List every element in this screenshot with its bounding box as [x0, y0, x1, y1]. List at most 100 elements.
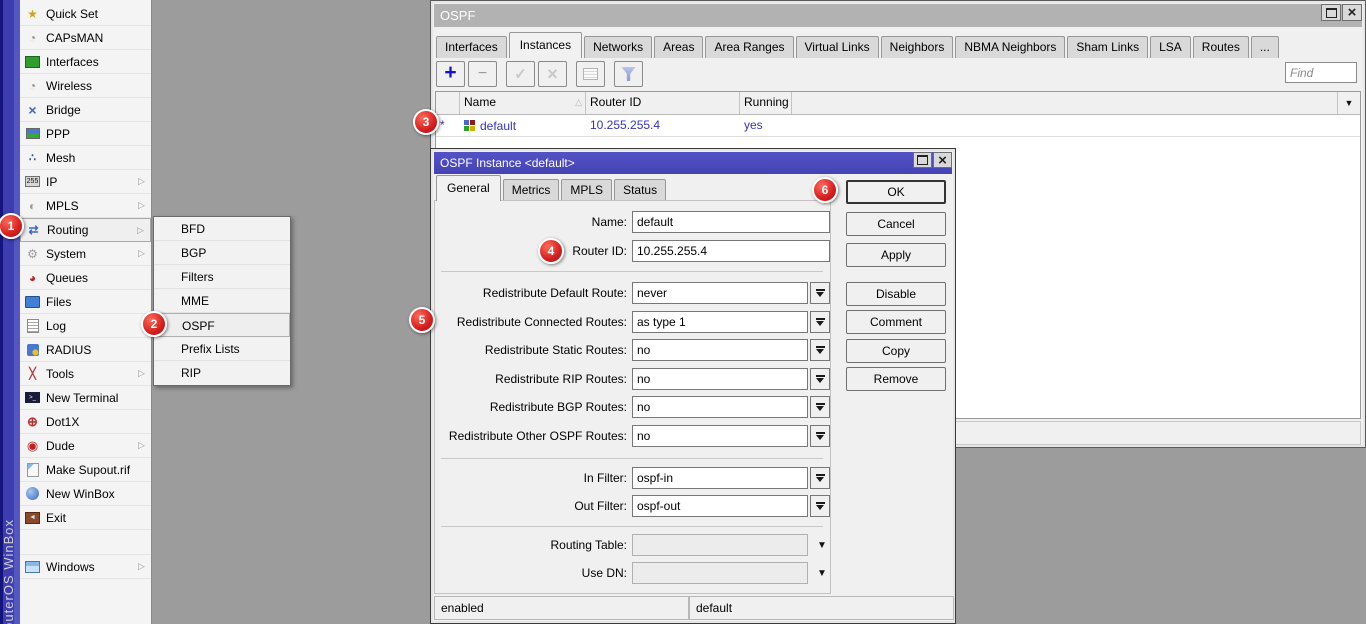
tab-instances[interactable]: Instances — [509, 32, 582, 58]
sidebar-item-make-supout[interactable]: Make Supout.rif — [20, 458, 151, 482]
tab-metrics[interactable]: Metrics — [503, 179, 560, 201]
dropdown-arrow-icon[interactable] — [812, 534, 832, 556]
sidebar-item-log[interactable]: Log — [20, 314, 151, 338]
submenu-item-rip[interactable]: RIP — [154, 361, 290, 385]
sidebar-item-quick-set[interactable]: Quick Set — [20, 2, 151, 26]
sidebar-item-mpls[interactable]: MPLS — [20, 194, 151, 218]
sidebar-spacer — [20, 530, 151, 555]
sidebar-item-bridge[interactable]: Bridge — [20, 98, 151, 122]
redistribute-default-route-select[interactable]: never — [632, 282, 830, 304]
tab-more[interactable]: ... — [1251, 36, 1279, 58]
remove-icon[interactable] — [468, 61, 497, 87]
in-filter-select[interactable]: ospf-in — [632, 467, 830, 489]
tools-icon — [25, 366, 40, 381]
router-id-input[interactable] — [632, 240, 830, 262]
sidebar-item-capsman[interactable]: CAPsMAN — [20, 26, 151, 50]
tab-routes[interactable]: Routes — [1193, 36, 1249, 58]
sidebar-item-system[interactable]: System — [20, 242, 151, 266]
name-column-header[interactable]: Name — [460, 92, 586, 114]
dropdown-arrow-icon[interactable] — [812, 562, 832, 584]
table-row[interactable]: * default 10.255.255.4 yes — [436, 115, 1360, 137]
router-id-column-header[interactable]: Router ID — [586, 92, 740, 114]
sidebar-item-queues[interactable]: Queues — [20, 266, 151, 290]
sidebar-item-radius[interactable]: RADIUS — [20, 338, 151, 362]
ok-button[interactable]: OK — [846, 180, 946, 204]
flag-column-header[interactable] — [436, 92, 460, 114]
sidebar-item-interfaces[interactable]: Interfaces — [20, 50, 151, 74]
radius-icon — [27, 344, 39, 356]
redistribute-other-ospf-routes-select[interactable]: no — [632, 425, 830, 447]
ospf-toolbar — [436, 60, 646, 88]
submenu-item-bfd[interactable]: BFD — [154, 217, 290, 241]
remove-button[interactable]: Remove — [846, 367, 946, 391]
cancel-button[interactable]: Cancel — [846, 212, 946, 236]
tab-status[interactable]: Status — [614, 179, 666, 201]
ospf-window-titlebar[interactable]: OSPF — [434, 4, 1362, 27]
tab-nbma-neighbors[interactable]: NBMA Neighbors — [955, 36, 1065, 58]
column-selector-dropdown[interactable] — [1337, 92, 1360, 114]
sidebar-item-label: New Terminal — [46, 391, 148, 405]
dropdown-arrow-icon[interactable] — [810, 339, 830, 361]
dialog-titlebar[interactable]: OSPF Instance <default> — [434, 152, 952, 174]
redistribute-static-routes-select[interactable]: no — [632, 339, 830, 361]
tab-interfaces[interactable]: Interfaces — [436, 36, 507, 58]
routing-table-select[interactable] — [632, 534, 830, 556]
disable-button[interactable]: Disable — [846, 282, 946, 306]
disable-icon[interactable] — [538, 61, 567, 87]
tab-networks[interactable]: Networks — [584, 36, 652, 58]
filter-icon[interactable] — [614, 61, 643, 87]
sidebar-item-files[interactable]: Files — [20, 290, 151, 314]
maximize-button[interactable] — [1321, 4, 1341, 21]
dropdown-arrow-icon[interactable] — [810, 495, 830, 517]
submenu-item-bgp[interactable]: BGP — [154, 241, 290, 265]
dropdown-arrow-icon[interactable] — [810, 396, 830, 418]
close-button[interactable] — [933, 152, 952, 168]
find-input[interactable] — [1285, 62, 1357, 83]
submenu-item-prefix-lists[interactable]: Prefix Lists — [154, 337, 290, 361]
sidebar-item-ppp[interactable]: PPP — [20, 122, 151, 146]
name-input[interactable] — [632, 211, 830, 233]
sidebar-item-dude[interactable]: Dude — [20, 434, 151, 458]
sidebar-item-dot1x[interactable]: Dot1X — [20, 410, 151, 434]
submenu-item-filters[interactable]: Filters — [154, 265, 290, 289]
sidebar-item-new-winbox[interactable]: New WinBox — [20, 482, 151, 506]
copy-button[interactable]: Copy — [846, 339, 946, 363]
sidebar-item-ip[interactable]: IP — [20, 170, 151, 194]
out-filter-select[interactable]: ospf-out — [632, 495, 830, 517]
sidebar-item-mesh[interactable]: Mesh — [20, 146, 151, 170]
redistribute-bgp-routes-select[interactable]: no — [632, 396, 830, 418]
redistribute-rip-routes-select[interactable]: no — [632, 368, 830, 390]
tab-mpls[interactable]: MPLS — [561, 179, 612, 201]
tab-virtual-links[interactable]: Virtual Links — [796, 36, 879, 58]
use-dn-select[interactable] — [632, 562, 830, 584]
dropdown-arrow-icon[interactable] — [810, 467, 830, 489]
sidebar-item-windows[interactable]: Windows — [20, 555, 151, 579]
close-button[interactable] — [1342, 4, 1362, 21]
tab-sham-links[interactable]: Sham Links — [1067, 36, 1148, 58]
sidebar-item-wireless[interactable]: Wireless — [20, 74, 151, 98]
tab-general[interactable]: General — [436, 175, 501, 201]
tab-areas[interactable]: Areas — [654, 36, 703, 58]
submenu-item-ospf[interactable]: OSPF — [154, 313, 290, 337]
redistribute-connected-routes-select[interactable]: as type 1 — [632, 311, 830, 333]
apply-button[interactable]: Apply — [846, 243, 946, 267]
enable-icon[interactable] — [506, 61, 535, 87]
tab-neighbors[interactable]: Neighbors — [881, 36, 954, 58]
submenu-item-mme[interactable]: MME — [154, 289, 290, 313]
dropdown-arrow-icon[interactable] — [810, 311, 830, 333]
running-column-header[interactable]: Running — [740, 92, 792, 114]
tab-area-ranges[interactable]: Area Ranges — [705, 36, 793, 58]
sidebar-item-tools[interactable]: Tools — [20, 362, 151, 386]
dropdown-arrow-icon[interactable] — [810, 368, 830, 390]
sidebar-item-routing[interactable]: Routing — [20, 218, 151, 242]
add-icon[interactable] — [436, 61, 465, 87]
dropdown-arrow-icon[interactable] — [810, 282, 830, 304]
dropdown-arrow-icon[interactable] — [810, 425, 830, 447]
comment-icon[interactable] — [576, 61, 605, 87]
tab-lsa[interactable]: LSA — [1150, 36, 1191, 58]
comment-button[interactable]: Comment — [846, 310, 946, 334]
sidebar-item-exit[interactable]: Exit — [20, 506, 151, 530]
sidebar-item-new-terminal[interactable]: New Terminal — [20, 386, 151, 410]
files-icon — [25, 296, 40, 308]
maximize-button[interactable] — [913, 152, 932, 168]
